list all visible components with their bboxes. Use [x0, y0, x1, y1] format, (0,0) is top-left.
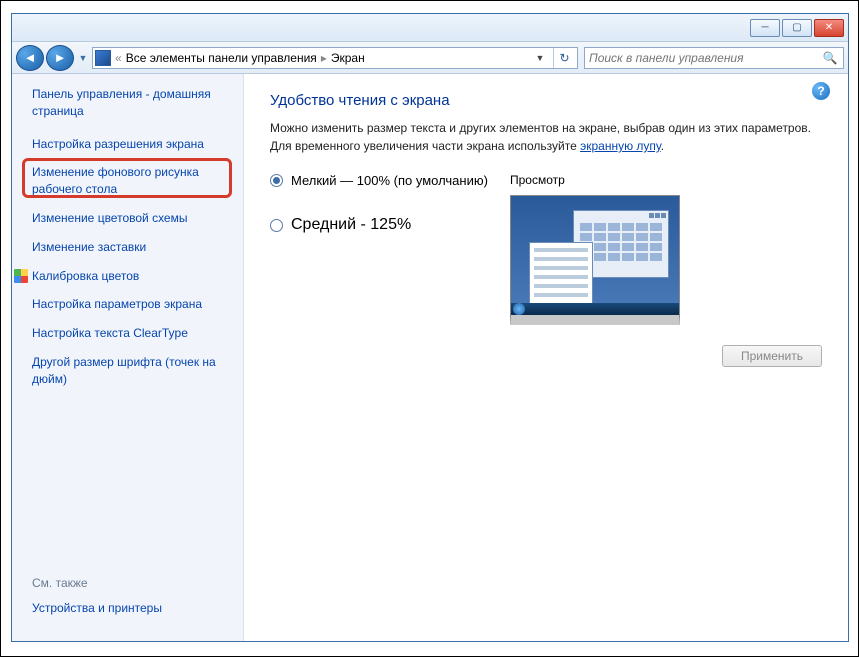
scale-options: Мелкий — 100% (по умолчанию) Средний - 1…: [270, 173, 822, 325]
desc-text-1: Можно изменить размер текста и других эл…: [270, 121, 811, 153]
sidebar-item-wallpaper[interactable]: Изменение фонового рисунка рабочего стол…: [32, 164, 227, 198]
control-panel-icon: [95, 50, 111, 66]
refresh-button[interactable]: ↻: [553, 48, 575, 68]
breadcrumb-item-display[interactable]: Экран: [331, 51, 365, 65]
help-icon[interactable]: ?: [812, 82, 830, 100]
radio-small[interactable]: Мелкий — 100% (по умолчанию): [270, 173, 510, 188]
sidebar: Панель управления - домашняя страница На…: [12, 74, 244, 641]
titlebar: ─ ▢ ✕: [12, 14, 848, 42]
sidebar-home-link[interactable]: Панель управления - домашняя страница: [32, 86, 227, 120]
preview-window-front: [529, 242, 593, 310]
apply-row: Применить: [270, 345, 822, 367]
back-button[interactable]: ◄: [16, 45, 44, 71]
forward-button[interactable]: ►: [46, 45, 74, 71]
see-also-devices[interactable]: Устройства и принтеры: [32, 600, 227, 617]
sidebar-item-cleartype[interactable]: Настройка текста ClearType: [32, 325, 227, 342]
radio-dot-icon: [270, 174, 283, 187]
sidebar-item-resolution[interactable]: Настройка разрешения экрана: [32, 136, 227, 153]
radio-medium-label: Средний - 125%: [291, 216, 411, 234]
sidebar-item-color-scheme[interactable]: Изменение цветовой схемы: [32, 210, 227, 227]
apply-button[interactable]: Применить: [722, 345, 822, 367]
see-also-label: См. также: [32, 576, 227, 590]
control-panel-window: ─ ▢ ✕ ◄ ► ▼ « Все элементы панели управл…: [11, 13, 849, 642]
desc-text-2: .: [661, 139, 664, 153]
preview-start-icon: [513, 303, 525, 315]
breadcrumb-arrow[interactable]: ▸: [321, 51, 327, 65]
search-icon[interactable]: 🔍: [821, 49, 839, 67]
radio-medium[interactable]: Средний - 125%: [270, 216, 510, 234]
radio-column: Мелкий — 100% (по умолчанию) Средний - 1…: [270, 173, 510, 262]
minimize-button[interactable]: ─: [750, 19, 780, 37]
address-bar[interactable]: « Все элементы панели управления ▸ Экран…: [92, 47, 578, 69]
search-input[interactable]: [589, 51, 821, 65]
page-description: Можно изменить размер текста и других эл…: [270, 119, 822, 155]
sidebar-item-dpi[interactable]: Другой размер шрифта (точек на дюйм): [32, 354, 227, 388]
main-panel: ? Удобство чтения с экрана Можно изменит…: [244, 74, 848, 641]
breadcrumb-sep: «: [115, 51, 122, 65]
sidebar-item-display-settings[interactable]: Настройка параметров экрана: [32, 296, 227, 313]
radio-dot-icon: [270, 219, 283, 232]
maximize-button[interactable]: ▢: [782, 19, 812, 37]
preview-column: Просмотр: [510, 173, 822, 325]
page-title: Удобство чтения с экрана: [270, 92, 822, 109]
nav-history-dropdown[interactable]: ▼: [76, 45, 90, 71]
search-box[interactable]: 🔍: [584, 47, 844, 69]
breadcrumb-item-all[interactable]: Все элементы панели управления: [126, 51, 317, 65]
preview-monitor: [510, 195, 680, 325]
body: Панель управления - домашняя страница На…: [12, 74, 848, 641]
sidebar-item-screensaver[interactable]: Изменение заставки: [32, 239, 227, 256]
radio-small-label: Мелкий — 100% (по умолчанию): [291, 173, 488, 188]
magnifier-link[interactable]: экранную лупу: [580, 139, 661, 153]
sidebar-item-calibrate[interactable]: Калибровка цветов: [32, 268, 227, 285]
breadcrumb-dropdown[interactable]: ▼: [531, 49, 549, 67]
navbar: ◄ ► ▼ « Все элементы панели управления ▸…: [12, 42, 848, 74]
preview-taskbar: [511, 303, 679, 315]
close-button[interactable]: ✕: [814, 19, 844, 37]
preview-label: Просмотр: [510, 173, 822, 187]
